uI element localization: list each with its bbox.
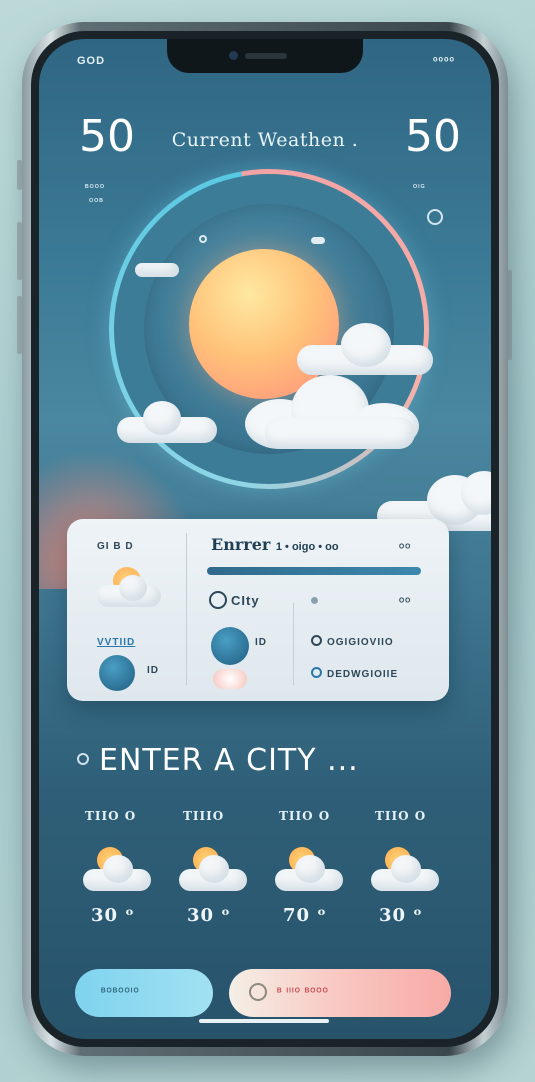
forecast-day-4: TIIO O (375, 809, 427, 823)
forecast-weather-icon-3 (275, 839, 345, 895)
front-camera (229, 51, 238, 60)
city-search-input[interactable] (207, 567, 421, 575)
card-heading: Enrrer 1 • oigo • oo (211, 535, 339, 554)
bottom-left-button[interactable]: ᴮᴼᴮᴼᴼᴵᴼ (75, 969, 213, 1017)
cta-icon (77, 753, 89, 765)
card-small-4: ᴼᴼ (399, 543, 412, 554)
current-temp-right: 50 (405, 111, 461, 162)
forecast-temp-3: 70 ᵒ (283, 905, 327, 926)
info-icon[interactable] (427, 209, 443, 225)
forecast-day-1: TIIO O (85, 809, 137, 823)
card-small-3: ᴼᴼ (399, 597, 412, 608)
status-icons: ᵒᵒᵒᵒ (432, 55, 455, 67)
status-dot-icon (311, 597, 318, 604)
bottom-right-button[interactable]: ᴮ ᴵᴵᴵᴼ ᴮᴼᴼᴼ (229, 969, 451, 1017)
phone-frame: GOD ᵒᵒᵒᵒ 50 Current Weathen . 50 ᴮᴼᴼᴼ ᴼᴼ… (22, 22, 508, 1056)
globe-icon (311, 667, 322, 678)
status-time: GOD (77, 55, 106, 67)
bottom-left-label: ᴮᴼᴮᴼᴼᴵᴼ (101, 987, 140, 998)
card-option-1[interactable]: OGIGIOVIIO (327, 637, 394, 648)
forecast-temp-4: 30 ᵒ (379, 905, 423, 926)
card-small-1: ID (147, 665, 159, 676)
detail-label-2: ᴼᴼᴮ (89, 197, 104, 206)
pin-icon (311, 635, 322, 646)
card-divider-2 (293, 603, 294, 685)
app-screen: GOD ᵒᵒᵒᵒ 50 Current Weathen . 50 ᴮᴼᴼᴼ ᴼᴼ… (39, 39, 491, 1039)
search-button[interactable] (211, 627, 249, 665)
cloud-icon-small (135, 261, 179, 277)
forecast-weather-icon-4 (371, 839, 441, 895)
dial-dot-icon (199, 235, 207, 243)
forecast-weather-icon-2 (179, 839, 249, 895)
dial-indicator-icon (311, 237, 325, 244)
card-option-2[interactable]: DEDWGIOIIE (327, 669, 398, 680)
bottom-right-label: ᴮ ᴵᴵᴵᴼ ᴮᴼᴼᴼ (277, 987, 329, 998)
speaker-grille (245, 53, 287, 59)
forecast-temp-2: 30 ᵒ (187, 905, 231, 926)
forecast-weather-icon-1 (83, 839, 153, 895)
forecast-day-3: TIIO O (279, 809, 331, 823)
detail-label-3: ᴼᴵᴳ (413, 183, 426, 192)
home-indicator[interactable] (199, 1019, 329, 1023)
notch (167, 39, 363, 73)
location-button[interactable] (99, 655, 135, 691)
city-icon (209, 591, 227, 609)
forecast-day-2: TIIIO (183, 809, 225, 823)
details-link[interactable]: VVTIID (97, 637, 135, 648)
card-label-top: GI B D (97, 541, 134, 552)
toggle-glow (213, 669, 247, 689)
card-small-2: ID (255, 637, 267, 648)
cloud-icon-left (117, 399, 217, 445)
city-label: CIty (231, 593, 260, 608)
card-divider (186, 533, 187, 685)
cloud-icon-main (245, 369, 425, 449)
forecast-temp-1: 30 ᵒ (91, 905, 135, 926)
search-card: GI B D VVTIID ID Enrrer 1 • oigo • oo CI… (67, 519, 449, 701)
partly-cloudy-icon (97, 567, 161, 611)
detail-label-1: ᴮᴼᴼᴼ (85, 183, 106, 192)
clock-icon (249, 983, 267, 1001)
enter-city-prompt[interactable]: ENTER A CITY ... (99, 743, 359, 778)
